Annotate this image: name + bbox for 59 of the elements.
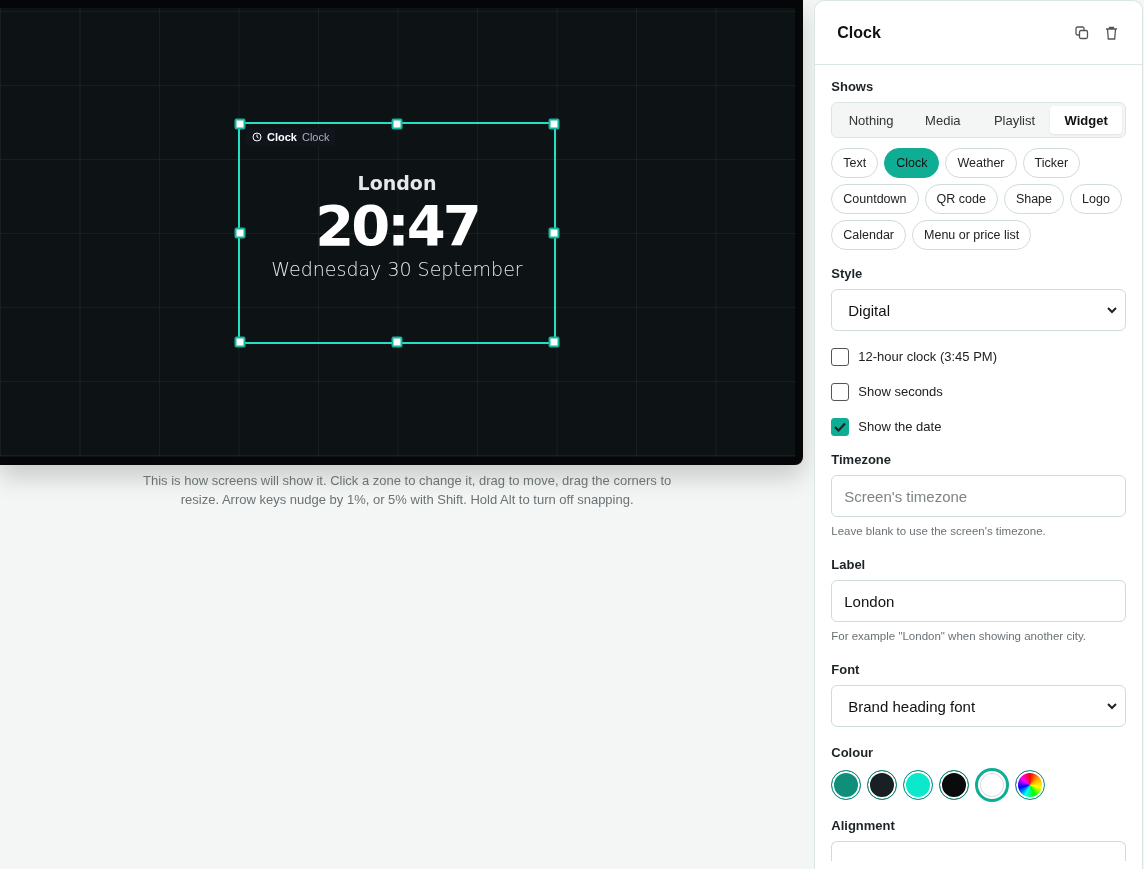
field-hint: For example "London" when showing another city. — [831, 630, 1087, 642]
widget-chip[interactable]: Menu or price list — [912, 220, 1032, 250]
clock-time: 20:47 — [315, 194, 479, 258]
resize-handle[interactable] — [391, 336, 403, 348]
copy-icon — [1075, 25, 1089, 40]
field-label: Style — [831, 266, 864, 281]
timezone-field[interactable]: Screen's timezone — [831, 475, 1126, 517]
checkbox[interactable] — [831, 382, 850, 401]
widget-chip[interactable]: Calendar — [831, 220, 906, 250]
widget-chip[interactable]: Countdown — [831, 184, 919, 214]
widget-chip[interactable]: Weather — [945, 148, 1017, 178]
checkbox-label: Show the date — [858, 419, 942, 434]
colour-swatch[interactable] — [939, 770, 970, 800]
colour-swatch[interactable] — [975, 768, 1010, 802]
shows-tab[interactable]: Media — [906, 106, 979, 134]
preview-caption: This is how screens will show it. Click a zone to change it, drag to move, drag the corners to resize. Arrow keys nudge by 1%, or 5% with Shift. Hold Alt to turn off snapping. — [142, 472, 673, 509]
font-select[interactable]: Brand heading font — [831, 685, 1126, 727]
colour-swatch[interactable] — [903, 770, 934, 800]
widget-chip[interactable]: Clock — [884, 148, 940, 178]
chevron-down-icon — [1107, 306, 1117, 314]
field-label: Timezone — [831, 452, 892, 467]
field-label: Colour — [831, 745, 875, 760]
field-hint: Leave blank to use the screen's timezone. — [831, 525, 1047, 537]
label-field[interactable]: London — [831, 580, 1126, 622]
field-label: Label — [831, 557, 867, 572]
custom-colour-swatch[interactable] — [1015, 770, 1046, 800]
colour-swatch[interactable] — [831, 770, 862, 800]
zone-kind: Clock — [267, 131, 297, 143]
widget-chip[interactable]: Shape — [1003, 184, 1065, 214]
colour-swatch[interactable] — [867, 770, 898, 800]
resize-handle[interactable] — [391, 118, 403, 130]
chevron-down-icon — [1107, 702, 1117, 710]
resize-handle[interactable] — [548, 227, 560, 239]
clock-date: Wednesday 30 September — [271, 258, 523, 280]
widget-chip[interactable]: Text — [831, 148, 879, 178]
checkbox[interactable] — [831, 347, 850, 366]
checkbox-label: Show seconds — [858, 384, 943, 399]
field-label: Font — [831, 662, 861, 677]
field-label: Alignment — [831, 818, 896, 833]
widget-chip[interactable]: QR code — [924, 184, 998, 214]
resize-handle[interactable] — [548, 336, 560, 348]
checkbox[interactable] — [831, 417, 850, 436]
shows-tab[interactable]: Nothing — [835, 106, 907, 134]
widget-chip[interactable]: Ticker — [1022, 148, 1081, 178]
trash-icon — [1105, 25, 1118, 40]
style-select[interactable]: Digital — [831, 289, 1126, 331]
resize-handle[interactable] — [234, 118, 246, 130]
section-label: Shows — [831, 79, 875, 94]
city-label: London — [357, 172, 437, 194]
zone-name: Clock — [301, 131, 330, 143]
resize-handle[interactable] — [234, 336, 246, 348]
widget-chip[interactable]: Logo — [1070, 184, 1122, 214]
shows-tab[interactable]: Playlist — [978, 106, 1051, 134]
shows-tab[interactable]: Widget — [1050, 106, 1123, 134]
checkbox-label: 12-hour clock (3:45 PM) — [858, 349, 997, 364]
clock-icon — [252, 132, 262, 142]
panel-title: Clock — [837, 23, 882, 42]
resize-handle[interactable] — [548, 118, 560, 130]
resize-handle[interactable] — [234, 227, 246, 239]
